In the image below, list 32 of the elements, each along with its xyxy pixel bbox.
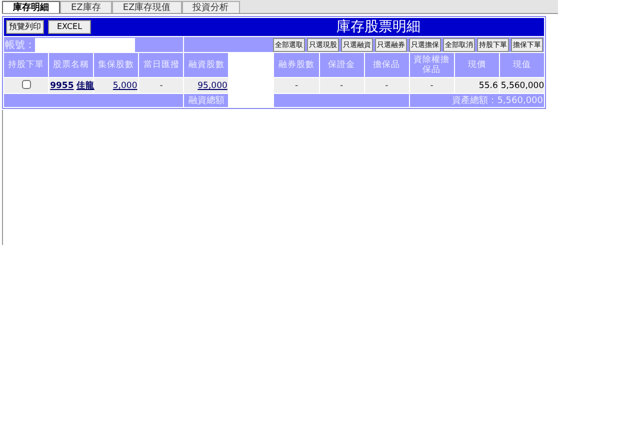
- table-cell: 55.6: [478, 80, 498, 90]
- table-cell: -: [430, 80, 434, 90]
- column-header: 保證金: [320, 53, 364, 77]
- asset-total: 資產總額：5,560,000: [452, 96, 543, 106]
- account-field[interactable]: [35, 38, 135, 52]
- table-cell: -: [385, 80, 388, 90]
- column-header: 股票名稱: [49, 53, 94, 77]
- excel-button[interactable]: EXCEL: [48, 20, 92, 34]
- column-header: 持股下單: [4, 53, 48, 77]
- tab[interactable]: EZ庫存現值: [112, 1, 182, 13]
- column-header: 當日匯撥: [139, 53, 184, 77]
- column-header: 融券股數: [274, 53, 319, 77]
- table-title: 庫存股票明細: [336, 18, 422, 36]
- column-header: 融資股數: [184, 53, 228, 77]
- table-cell: -: [340, 80, 344, 90]
- column-header: 現價: [454, 53, 499, 77]
- table-cell: -: [294, 80, 298, 90]
- column-header: 集保股數: [94, 53, 138, 77]
- account-label: 帳號：: [5, 38, 35, 52]
- column-header: 資除權擔保品: [410, 53, 454, 77]
- table-cell: 5,560,000: [500, 80, 544, 90]
- table-cell: -: [160, 80, 163, 90]
- column-header: 擔保品: [364, 53, 409, 77]
- stock-code-link[interactable]: 9955: [50, 80, 74, 90]
- tab[interactable]: EZ庫存: [60, 1, 112, 13]
- margin-total-label: 融資總額: [188, 96, 224, 106]
- tab[interactable]: 庫存明細: [2, 1, 60, 13]
- print-preview-button[interactable]: 預覽列印: [6, 20, 44, 34]
- tab[interactable]: 投資分析: [182, 1, 240, 13]
- checkbox[interactable]: [22, 80, 31, 88]
- column-header: 現值: [500, 53, 544, 77]
- stock-name-link[interactable]: 佳龍: [76, 80, 94, 90]
